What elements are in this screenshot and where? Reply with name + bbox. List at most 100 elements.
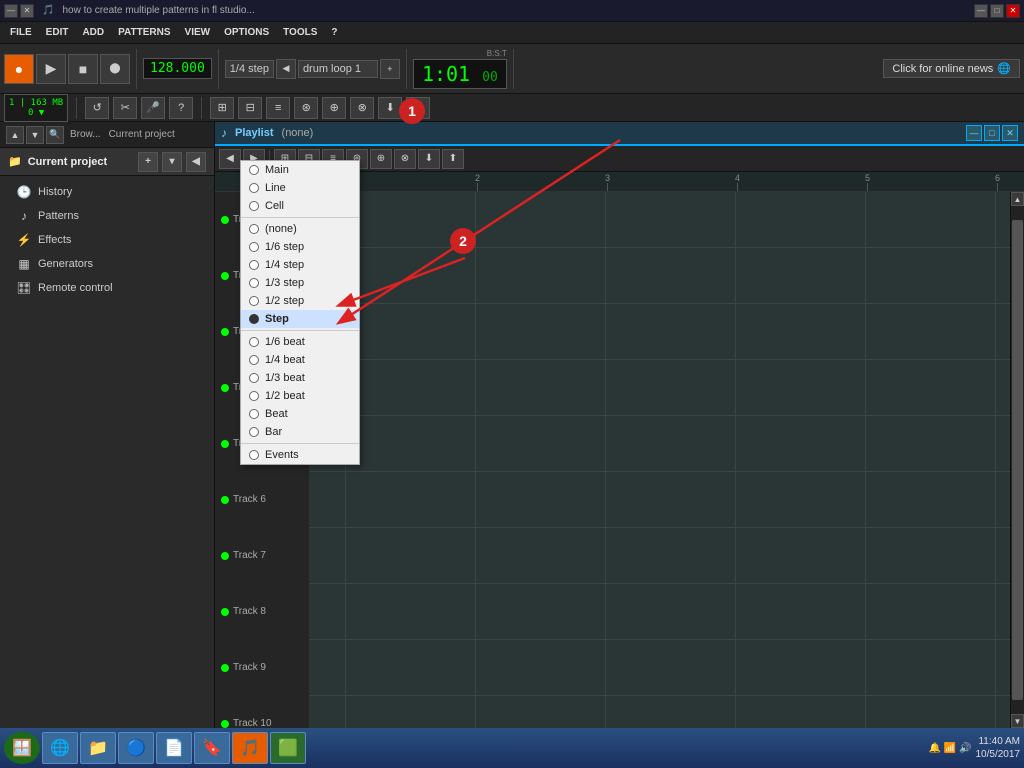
plt-zoom-7[interactable]: ⬇	[418, 149, 440, 169]
arrow-left-button[interactable]: ◀	[186, 152, 206, 172]
snap-btn-4[interactable]: ⊛	[294, 97, 318, 119]
dropdown-item-main[interactable]: Main	[241, 161, 359, 179]
scroll-up-button[interactable]: ▲	[1011, 192, 1024, 206]
tool-btn-2[interactable]: ✂	[113, 97, 137, 119]
taskbar-app-pdf[interactable]: 📄	[156, 732, 192, 764]
menu-options[interactable]: OPTIONS	[218, 25, 275, 40]
tool-btn-1[interactable]: ↺	[85, 97, 109, 119]
effects-icon: ⚡	[16, 233, 32, 247]
vertical-scrollbar[interactable]: ▲ ▼	[1010, 192, 1024, 728]
dropdown-item-1-3-step[interactable]: 1/3 step	[241, 274, 359, 292]
snap-btn-2[interactable]: ⊟	[238, 97, 262, 119]
menu-help[interactable]: ?	[325, 25, 343, 40]
main-toolbar: ● ▶ ■ ⬤ 128.000 1/4 step ◀ drum loop 1 +…	[0, 44, 1024, 94]
plt-zoom-5[interactable]: ⊕	[370, 149, 392, 169]
plt-zoom-6[interactable]: ⊗	[394, 149, 416, 169]
track-label-8: Track 8	[215, 584, 310, 640]
taskbar-app-ie[interactable]: 🌐	[42, 732, 78, 764]
minimize-button[interactable]: —	[4, 4, 18, 18]
sidebar-item-patterns[interactable]: ♪ Patterns	[0, 204, 214, 228]
sidebar-down-button[interactable]: ▼	[26, 126, 44, 144]
pattern-prev-button[interactable]: ◀	[276, 59, 296, 79]
sidebar-item-generators[interactable]: ▦ Generators	[0, 252, 214, 276]
sidebar-up-button[interactable]: ▲	[6, 126, 24, 144]
sidebar-search-button[interactable]: 🔍	[46, 126, 64, 144]
plt-zoom-8[interactable]: ⬆	[442, 149, 464, 169]
close-button[interactable]: ✕	[20, 4, 34, 18]
dropdown-item-line[interactable]: Line	[241, 179, 359, 197]
playlist-subtitle: (none)	[282, 127, 314, 139]
plt-btn-prev[interactable]: ◀	[219, 149, 241, 169]
playlist-resize-button[interactable]: □	[984, 125, 1000, 141]
title-bar-controls[interactable]: — ✕	[4, 4, 34, 18]
taskbar-app-bookmark[interactable]: 🔖	[194, 732, 230, 764]
menu-add[interactable]: ADD	[76, 25, 110, 40]
scroll-down-button[interactable]: ▼	[1011, 714, 1024, 728]
playlist-minimize-button[interactable]: —	[966, 125, 982, 141]
arrow-down-button[interactable]: ▾	[162, 152, 182, 172]
win-maximize-button[interactable]: □	[990, 4, 1004, 18]
sidebar: ▲ ▼ 🔍 Brow... Current project 📁 Current …	[0, 122, 215, 728]
record-button[interactable]: ●	[4, 54, 34, 84]
taskbar-app-files[interactable]: 📁	[80, 732, 116, 764]
play-button[interactable]: ▶	[36, 54, 66, 84]
win-close-button[interactable]: ✕	[1006, 4, 1020, 18]
dropdown-item-events[interactable]: Events	[241, 446, 359, 464]
menu-view[interactable]: VIEW	[179, 25, 217, 40]
track-dot-10	[221, 720, 229, 728]
sidebar-item-effects[interactable]: ⚡ Effects	[0, 228, 214, 252]
add-project-button[interactable]: +	[138, 152, 158, 172]
menu-patterns[interactable]: PATTERNs	[112, 25, 176, 40]
scroll-thumb[interactable]	[1012, 220, 1023, 700]
sidebar-item-history[interactable]: 🕒 History	[0, 180, 214, 204]
playlist-title: Playlist	[235, 127, 274, 139]
dropdown-item-none[interactable]: (none)	[241, 220, 359, 238]
dropdown-item-1-4-beat[interactable]: 1/4 beat	[241, 351, 359, 369]
sidebar-item-remote-control[interactable]: 🎛 Remote control	[0, 276, 214, 300]
menu-bar: FILe EDIT ADD PATTERNs VIEW OPTIONS tooL…	[0, 22, 1024, 44]
taskbar-app-fl[interactable]: 🎵	[232, 732, 268, 764]
tool-btn-4[interactable]: ?	[169, 97, 193, 119]
menu-edit[interactable]: EDIT	[40, 25, 75, 40]
dropdown-item-1-6-beat[interactable]: 1/6 beat	[241, 333, 359, 351]
playlist-close-button[interactable]: ✕	[1002, 125, 1018, 141]
project-header-buttons: + ▾ ◀	[138, 152, 206, 172]
app-icon: 🎵	[42, 5, 54, 16]
loop-button[interactable]: ⬤	[100, 54, 130, 84]
radio-1-4-step	[249, 260, 259, 270]
snap-btn-3[interactable]: ≡	[266, 97, 290, 119]
track-dot-3	[221, 328, 229, 336]
snap-btn-1[interactable]: ⊞	[210, 97, 234, 119]
menu-file[interactable]: FILe	[4, 25, 38, 40]
dropdown-label-main: Main	[265, 164, 289, 176]
tool-btn-3[interactable]: 🎤	[141, 97, 165, 119]
dropdown-item-1-4-step[interactable]: 1/4 step	[241, 256, 359, 274]
sidebar-generators-label: Generators	[38, 258, 93, 270]
snap-btn-5[interactable]: ⊕	[322, 97, 346, 119]
bpm-display[interactable]: 128.000	[143, 58, 212, 79]
win-minimize-button[interactable]: —	[974, 4, 988, 18]
step-selector[interactable]: 1/4 step	[225, 60, 274, 78]
annotation-1: 1	[399, 98, 425, 124]
dropdown-item-1-3-beat[interactable]: 1/3 beat	[241, 369, 359, 387]
start-button[interactable]: 🪟	[4, 732, 40, 764]
taskbar-app-green[interactable]: 🟩	[270, 732, 306, 764]
dropdown-item-1-2-step[interactable]: 1/2 step	[241, 292, 359, 310]
window-buttons[interactable]: — □ ✕	[974, 4, 1020, 18]
dropdown-item-cell[interactable]: Cell	[241, 197, 359, 215]
pattern-next-button[interactable]: +	[380, 59, 400, 79]
dropdown-item-1-6-step[interactable]: 1/6 step	[241, 238, 359, 256]
online-news-button[interactable]: Click for online news 🌐	[883, 59, 1020, 78]
dropdown-item-bar[interactable]: Bar	[241, 423, 359, 441]
dropdown-label-1-2-step: 1/2 step	[265, 295, 304, 307]
tray-icons: 🔔 📶 🔊	[929, 743, 972, 754]
dropdown-item-1-2-beat[interactable]: 1/2 beat	[241, 387, 359, 405]
pattern-selector[interactable]: drum loop 1	[298, 60, 378, 78]
menu-tools[interactable]: tooLS	[277, 25, 323, 40]
stop-button[interactable]: ■	[68, 54, 98, 84]
radio-beat	[249, 409, 259, 419]
taskbar-app-chrome[interactable]: 🔵	[118, 732, 154, 764]
dropdown-item-beat[interactable]: Beat	[241, 405, 359, 423]
dropdown-item-step[interactable]: Step	[241, 310, 359, 328]
snap-btn-6[interactable]: ⊗	[350, 97, 374, 119]
